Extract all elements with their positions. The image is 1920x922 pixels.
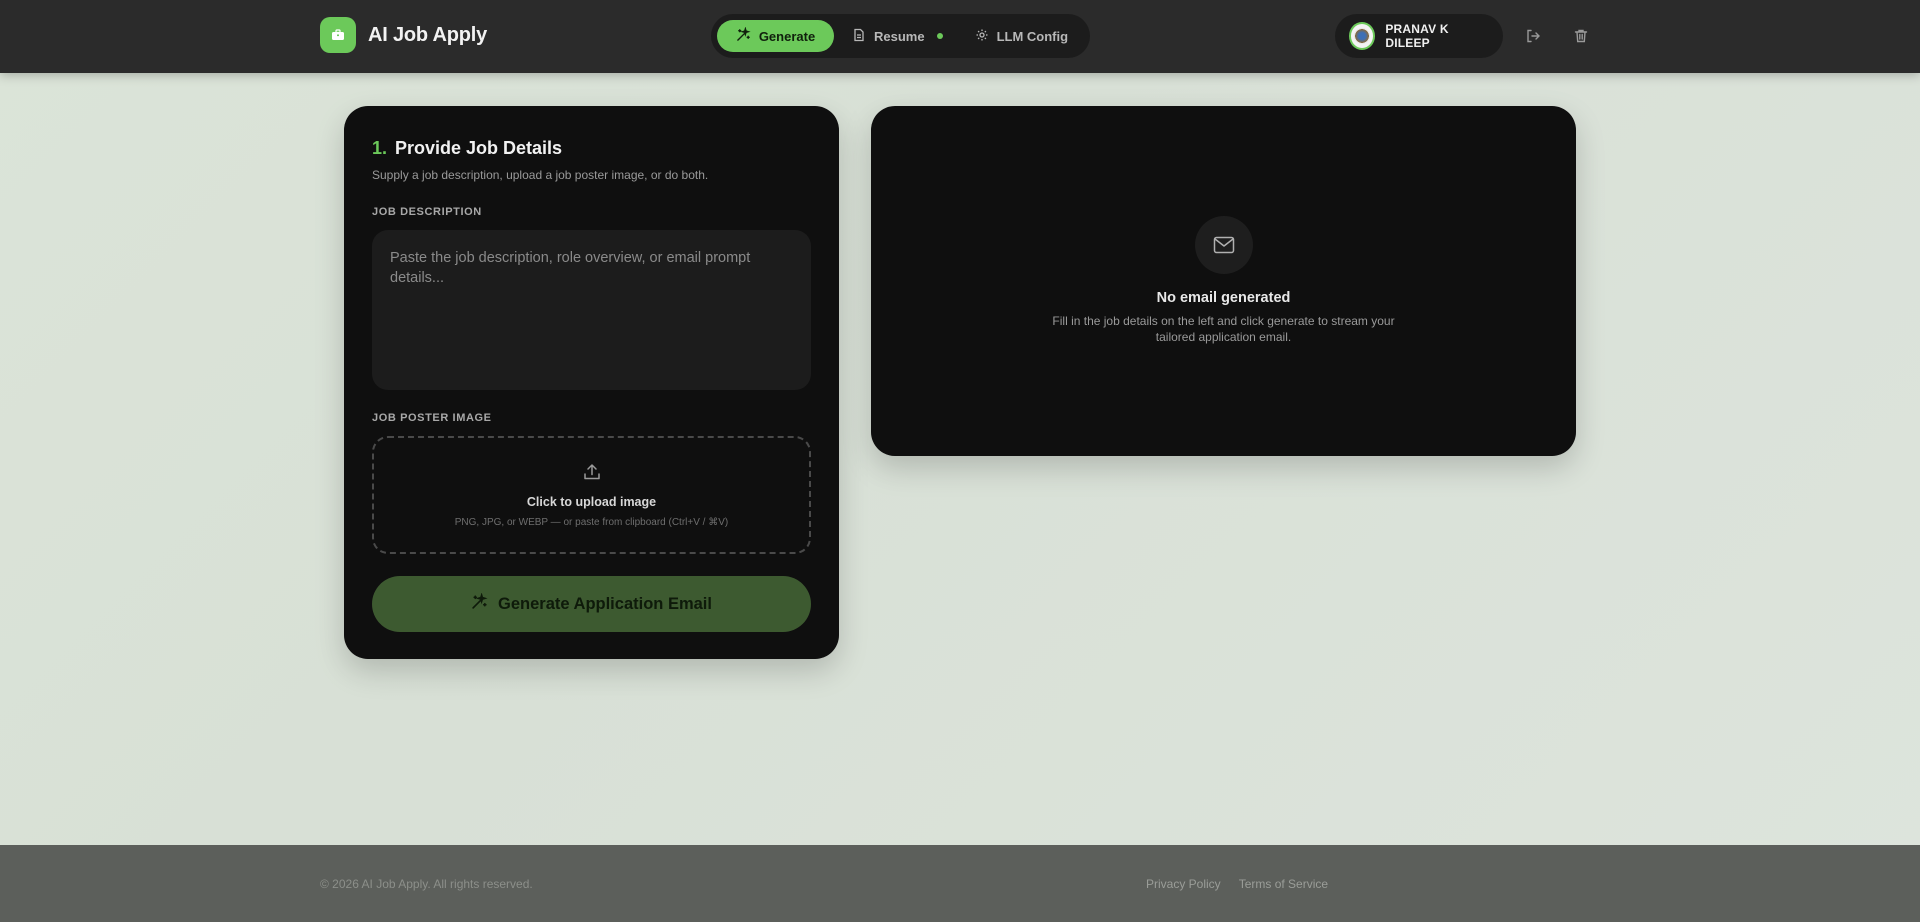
user-name: PRANAV K DILEEP <box>1385 22 1449 50</box>
image-upload-dropzone[interactable]: Click to upload image PNG, JPG, or WEBP … <box>372 436 811 554</box>
avatar <box>1349 22 1376 50</box>
tab-generate-label: Generate <box>758 28 816 44</box>
upload-title: Click to upload image <box>526 495 657 509</box>
generate-email-button[interactable]: Generate Application Email <box>372 576 811 632</box>
brand[interactable]: AI Job Apply <box>320 17 487 53</box>
sparkles-icon <box>736 26 751 45</box>
resume-status-dot <box>936 33 943 39</box>
terms-of-service-link[interactable]: Terms of Service <box>1239 877 1328 891</box>
sparkles-icon <box>471 592 488 615</box>
tab-resume-label: Resume <box>874 28 925 44</box>
job-poster-label: Job Poster Image <box>372 412 492 424</box>
tab-llm-config-label: LLM Config <box>996 28 1069 44</box>
copyright-text: © 2026 AI Job Apply. All rights reserved… <box>320 877 533 891</box>
step-number: 1. <box>372 138 388 158</box>
empty-state-title: No email generated <box>1156 290 1291 306</box>
tab-generate[interactable]: Generate <box>717 20 834 52</box>
tab-llm-config[interactable]: LLM Config <box>961 20 1082 52</box>
job-details-card: 1. Provide Job Details Supply a job desc… <box>344 106 839 659</box>
user-menu[interactable]: PRANAV K DILEEP <box>1335 14 1503 58</box>
tab-resume[interactable]: Resume <box>838 20 957 52</box>
generate-email-label: Generate Application Email <box>498 594 712 613</box>
job-description-input[interactable] <box>372 230 811 390</box>
document-icon <box>852 28 866 45</box>
section-subtitle: Supply a job description, upload a job p… <box>372 168 709 182</box>
privacy-policy-link[interactable]: Privacy Policy <box>1146 877 1221 891</box>
empty-state-text: Fill in the job details on the left and … <box>1052 314 1395 344</box>
upload-icon <box>582 462 602 487</box>
briefcase-icon <box>320 17 356 53</box>
email-output-card: No email generated Fill in the job detai… <box>871 106 1576 456</box>
main-nav: Generate Resume LLM Config <box>711 14 1090 58</box>
trash-icon[interactable] <box>1571 26 1591 46</box>
app-footer: © 2026 AI Job Apply. All rights reserved… <box>0 845 1920 922</box>
logout-icon[interactable] <box>1523 26 1543 46</box>
footer-links: Privacy Policy Terms of Service <box>1146 877 1328 891</box>
upload-hint: PNG, JPG, or WEBP — or paste from clipbo… <box>454 517 729 528</box>
app-header: AI Job Apply Generate Resume LLM Config … <box>0 0 1920 73</box>
brand-title: AI Job Apply <box>368 23 488 46</box>
step-title: Provide Job Details <box>395 138 563 158</box>
mail-icon <box>1195 216 1253 274</box>
section-title: 1. Provide Job Details <box>372 138 562 159</box>
job-description-label: Job Description <box>372 206 482 218</box>
gear-icon <box>975 28 989 45</box>
